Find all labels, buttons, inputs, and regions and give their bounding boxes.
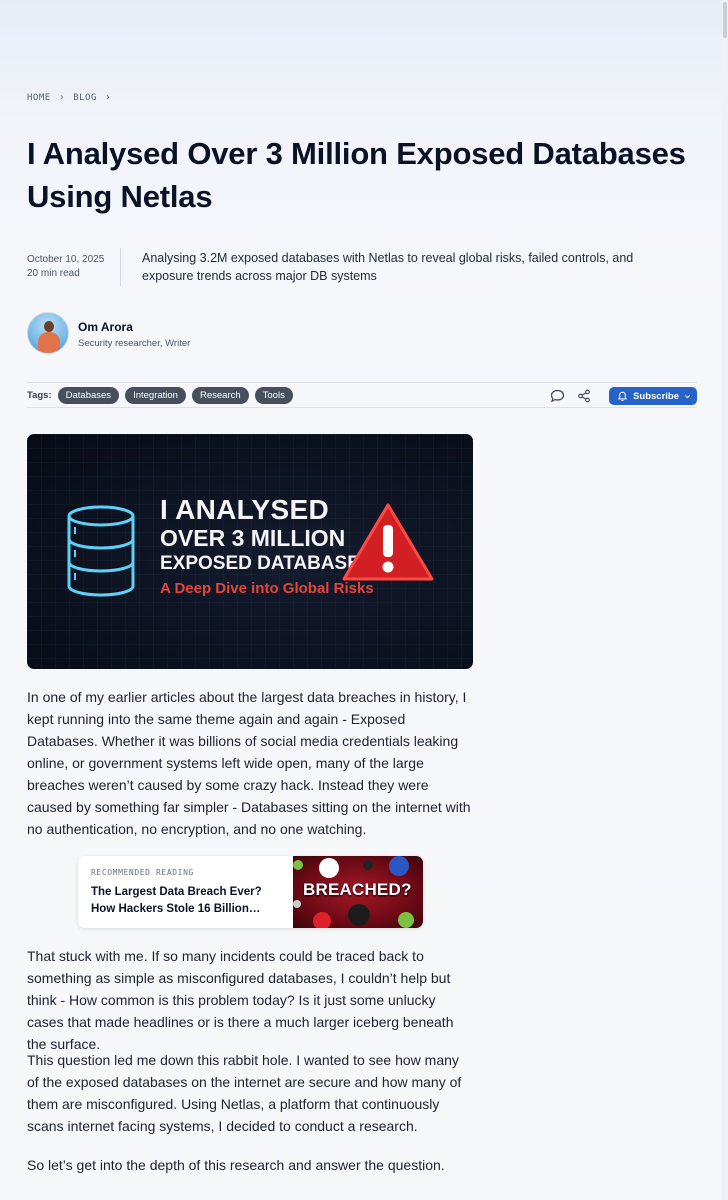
chevron-right-icon: ›: [104, 92, 112, 103]
recommended-reading-card[interactable]: RECOMMENDED READING The Largest Data Bre…: [78, 856, 423, 928]
body-paragraph-1: In one of my earlier articles about the …: [27, 689, 471, 837]
tag-integration[interactable]: Integration: [125, 386, 186, 404]
avatar[interactable]: [27, 312, 69, 354]
tags-label: Tags:: [27, 389, 52, 401]
warning-icon: [342, 503, 434, 581]
recommended-title[interactable]: The Largest Data Breach Ever? How Hacker…: [91, 884, 281, 918]
meta-divider: [120, 248, 121, 286]
breadcrumb: HOME › BLOG ›: [27, 92, 111, 103]
comment-icon[interactable]: [546, 386, 568, 406]
author-name[interactable]: Om Arora: [78, 320, 133, 334]
database-icon: [67, 505, 135, 597]
recommended-kicker: RECOMMENDED READING: [91, 868, 194, 877]
share-icon[interactable]: [573, 386, 595, 406]
recommended-thumbnail[interactable]: BREACHED?: [293, 856, 423, 928]
body-paragraph-4: So let’s get into the depth of this rese…: [27, 1157, 445, 1173]
breadcrumb-home[interactable]: HOME: [27, 93, 51, 103]
body-paragraph-3: This question led me down this rabbit ho…: [27, 1052, 462, 1134]
subscribe-label: Subscribe: [633, 390, 679, 402]
page-title: I Analysed Over 3 Million Exposed Databa…: [27, 136, 686, 214]
tag-databases[interactable]: Databases: [57, 386, 120, 404]
scrollbar-thumb[interactable]: [723, 2, 727, 38]
tag-research[interactable]: Research: [191, 386, 249, 404]
recommended-thumb-text: BREACHED?: [303, 880, 412, 899]
article-meta: October 10, 2025 20 min read Analysing 3…: [27, 248, 697, 288]
body-paragraph-2: That stuck with me. If so many incidents…: [27, 948, 454, 1052]
bell-icon: [617, 391, 628, 401]
tag-tools[interactable]: Tools: [254, 386, 293, 404]
subscribe-button[interactable]: Subscribe: [609, 387, 697, 405]
chevron-down-icon: [684, 394, 691, 398]
article-actions: Subscribe: [541, 386, 697, 406]
publish-date: October 10, 2025: [27, 254, 105, 265]
author-role: Security researcher, Writer: [78, 338, 191, 349]
breadcrumb-blog[interactable]: BLOG: [73, 93, 97, 103]
article-summary: Analysing 3.2M exposed databases with Ne…: [142, 251, 634, 283]
tag-bar: Tags: Databases Integration Research Too…: [27, 382, 697, 408]
read-time: 20 min read: [27, 268, 80, 279]
chevron-right-icon: ›: [58, 92, 66, 103]
hero-image: I ANALYSED OVER 3 MILLION EXPOSED DATABA…: [27, 434, 473, 669]
scrollbar-track[interactable]: [722, 0, 728, 1200]
